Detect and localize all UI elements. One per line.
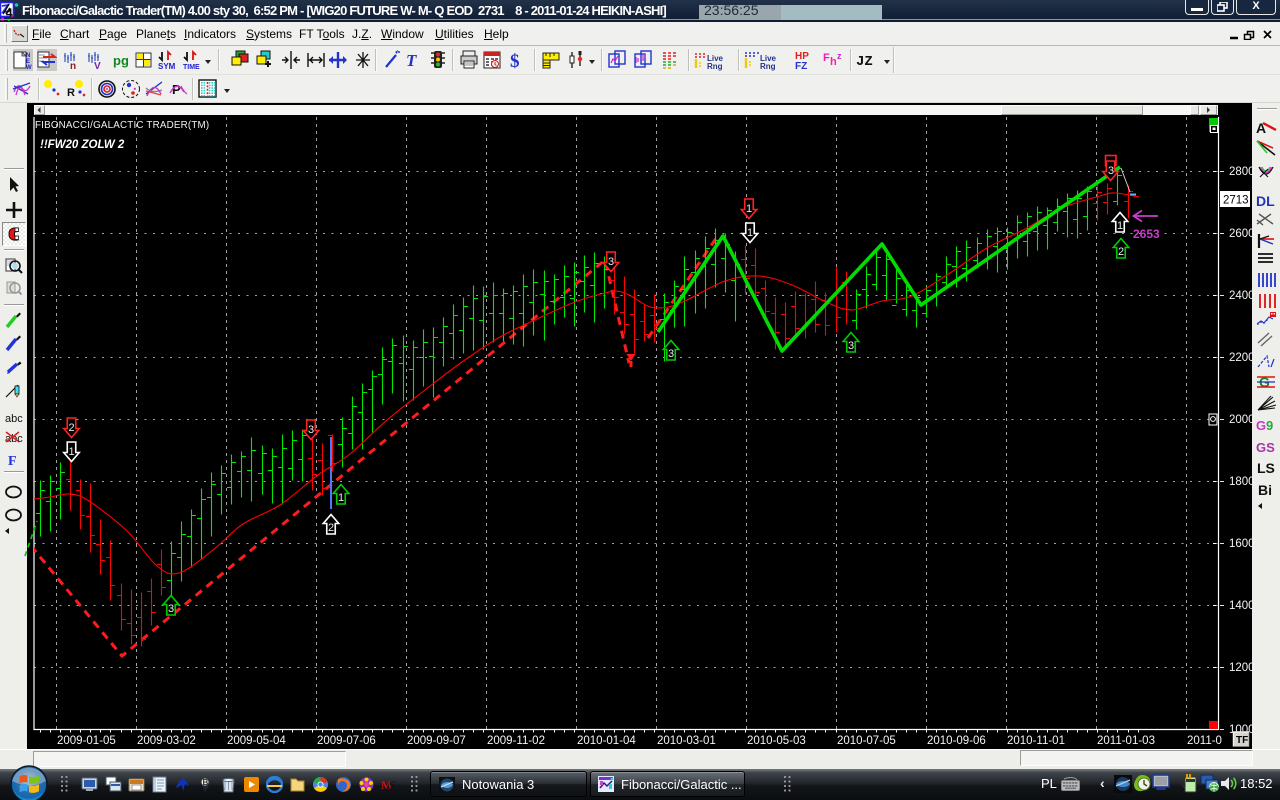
svg-text:LS: LS [1257, 460, 1275, 476]
svg-text:GS: GS [1256, 440, 1275, 455]
svg-text:FZ: FZ [795, 61, 807, 71]
svg-text:R: R [67, 87, 75, 99]
svg-text:F: F [8, 454, 17, 469]
svg-text:P: P [172, 82, 181, 97]
svg-text:n: n [70, 61, 76, 71]
svg-text:F: F [823, 52, 830, 64]
svg-text:abc: abc [5, 413, 23, 425]
svg-text:W: W [26, 65, 32, 71]
svg-text:Bi: Bi [1258, 482, 1272, 498]
svg-text:SYM: SYM [158, 62, 176, 71]
svg-text:9: 9 [1266, 418, 1273, 433]
svg-text:S: S [389, 778, 396, 792]
svg-text:JZ: JZ [856, 54, 873, 70]
svg-text:$: $ [510, 51, 520, 71]
svg-text:Rng: Rng [707, 62, 723, 71]
svg-text:pg: pg [113, 53, 129, 68]
svg-text:G: G [1256, 418, 1266, 433]
svg-text:Rng: Rng [760, 62, 776, 71]
svg-text:V: V [94, 61, 101, 71]
svg-text:z: z [837, 51, 842, 61]
svg-text:B: B [203, 778, 209, 787]
svg-text:DL: DL [1256, 193, 1275, 209]
svg-text:TIME: TIME [183, 64, 200, 71]
svg-text:T: T [406, 51, 417, 70]
svg-text:A: A [1256, 120, 1266, 136]
svg-text:h: h [830, 56, 837, 68]
